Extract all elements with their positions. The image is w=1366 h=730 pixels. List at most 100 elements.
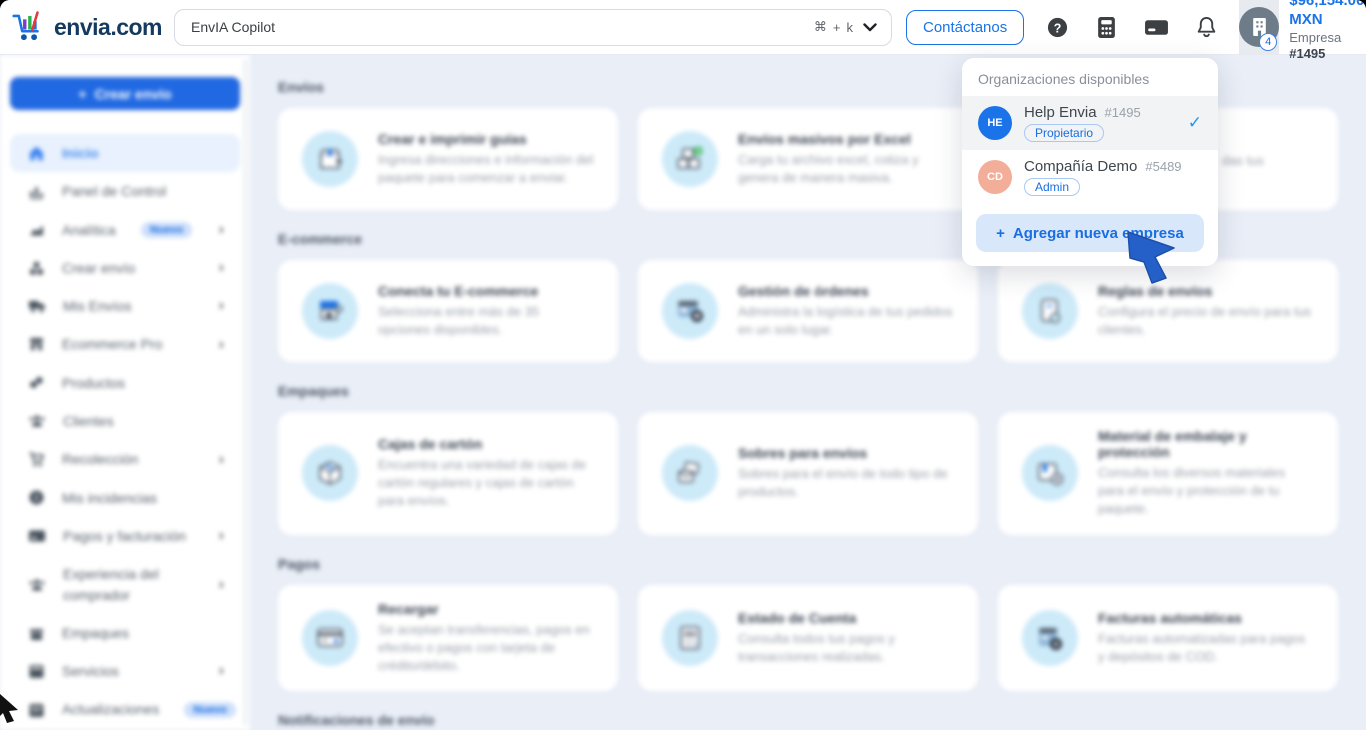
black-cursor-pointer — [0, 694, 18, 723]
sidebar-item-experiencia-comprador[interactable]: Experiencia del comprador › — [10, 555, 240, 614]
sidebar-item-mis-envios[interactable]: Mis Envíos › — [10, 287, 240, 325]
card-sobres-envios[interactable]: Sobres para envíos Sobres para el envío … — [638, 412, 978, 535]
sidebar-item-analitica[interactable]: Analítica Nuevo › — [10, 211, 240, 249]
card-material-embalaje[interactable]: Material de embalaje y protección Consul… — [998, 412, 1338, 535]
section-title: Pagos — [278, 555, 321, 572]
notifications-bell-icon[interactable] — [1196, 16, 1217, 39]
balance-amount: $96,154.00 MXN — [1289, 0, 1365, 28]
calculator-icon[interactable] — [1096, 16, 1117, 39]
analytics-icon — [30, 225, 43, 236]
sidebar-scrollbar[interactable] — [243, 59, 248, 726]
copilot-search-bar[interactable]: ⌘+k — [174, 8, 892, 46]
card-recargar[interactable]: Recargar Se aceptan transferencias, pago… — [278, 584, 618, 692]
carton-box-icon — [302, 445, 358, 502]
sidebar-item-empaques[interactable]: Empaques — [10, 614, 240, 652]
card-estado-cuenta[interactable]: Estado de Cuenta Consulta todos tus pago… — [638, 584, 978, 692]
org-avatar-button[interactable]: 4 — [1239, 0, 1280, 55]
sidebar-item-inicio[interactable]: Inicio — [10, 134, 240, 173]
home-icon — [30, 146, 43, 161]
box-icon — [30, 628, 43, 640]
sidebar-item-recoleccion[interactable]: Recolección › — [10, 440, 240, 478]
sidebar-item-ecommerce-pro[interactable]: Ecommerce Pro › — [10, 325, 240, 363]
truck-icon — [29, 301, 45, 313]
invoice-auto-icon — [1022, 609, 1078, 666]
chevron-right-icon: › — [218, 450, 224, 468]
logo-wordmark: envia.com — [54, 13, 163, 40]
org-avatar-he: HE — [978, 106, 1012, 140]
dropdown-title: Organizaciones disponibles — [978, 71, 1150, 87]
dashboard-chart-icon — [30, 187, 43, 200]
cart-icon — [29, 452, 44, 467]
org-name: Compañía Demo — [1024, 158, 1138, 175]
info-icon — [29, 490, 44, 505]
org-id: #5489 — [1145, 159, 1182, 174]
credit-card-icon[interactable] — [1144, 18, 1169, 37]
statement-receipt-icon — [662, 609, 718, 666]
org-item-help-envia[interactable]: HE Help Envia #1495 Propietario ✓ — [962, 96, 1218, 150]
section-title: Notificaciones de envío — [278, 712, 435, 729]
packages-icon — [30, 261, 43, 275]
sidebar-item-productos[interactable]: Productos — [10, 364, 240, 402]
svg-text:?: ? — [1054, 21, 1062, 35]
payments-card-icon — [29, 530, 45, 542]
package-arrow-icon — [302, 131, 358, 187]
card-crear-imprimir-guias[interactable]: Crear e imprimir guías Ingresa direccion… — [278, 108, 618, 210]
services-window-icon — [29, 664, 44, 678]
chevron-down-icon[interactable] — [863, 22, 877, 32]
new-badge: Nuevo — [140, 221, 193, 238]
shortcut-hint: ⌘ + k — [813, 19, 853, 35]
sidebar: + Crear envío Inicio Panel de Control An… — [0, 55, 250, 730]
contact-button[interactable]: Contáctanos — [906, 9, 1025, 45]
card-conecta-ecommerce[interactable]: Conecta tu E-commerce Selecciona entre m… — [278, 260, 618, 362]
sidebar-item-pagos-facturacion[interactable]: Pagos y facturación › — [10, 517, 240, 555]
card-cajas-carton[interactable]: Cajas de cartón Encuentra una variedad d… — [278, 412, 618, 535]
products-icon — [30, 377, 43, 389]
users-icon — [29, 415, 45, 427]
envia-logo[interactable]: envia.com — [12, 8, 163, 46]
section-pagos: Pagos Recargar Se aceptan transferencias… — [278, 556, 1338, 692]
help-icon[interactable]: ? — [1046, 16, 1069, 39]
plus-icon: + — [78, 85, 87, 102]
search-input[interactable] — [189, 18, 814, 36]
storefront-icon — [30, 338, 43, 351]
sidebar-item-mis-incidencias[interactable]: Mis incidencias — [10, 479, 240, 517]
card-envios-masivos-excel[interactable]: Envíos masivos por Excel Carga tu archiv… — [638, 108, 978, 210]
document-rules-icon — [1022, 283, 1078, 339]
chevron-right-icon: › — [218, 575, 224, 593]
sidebar-item-panel-de-control[interactable]: Panel de Control — [10, 172, 240, 210]
blue-cursor-pointer — [1127, 231, 1175, 284]
boxes-excel-icon — [662, 131, 718, 187]
section-title: Empaques — [278, 383, 349, 399]
section-notificaciones: Notificaciones de envío — [278, 712, 1338, 730]
chevron-right-icon: › — [218, 335, 224, 353]
envelopes-icon — [662, 445, 718, 502]
sidebar-item-crear-envio[interactable]: Crear envío › — [10, 249, 240, 287]
org-name: Help Envia — [1024, 104, 1097, 121]
card-gestion-ordenes[interactable]: Gestión de órdenes Administra la logísti… — [638, 260, 978, 362]
buyers-icon — [29, 578, 45, 591]
sidebar-item-servicios[interactable]: Servicios › — [10, 652, 240, 690]
org-role-badge: Admin — [1024, 178, 1081, 196]
new-badge: Nuevo — [184, 701, 236, 718]
account-balance-block[interactable]: $96,154.00 MXN Empresa #1495 — [1289, 0, 1364, 62]
sidebar-item-clientes[interactable]: Clientes — [10, 402, 240, 440]
org-role-badge: Propietario — [1024, 124, 1105, 142]
chevron-right-icon: › — [218, 662, 224, 680]
recharge-card-icon — [302, 609, 358, 666]
org-avatar-cd: CD — [978, 160, 1012, 194]
window-cart-icon — [662, 283, 718, 339]
section-empaques: Empaques Cajas de cartón Encuentra una v… — [278, 383, 1338, 535]
packing-material-icon — [1022, 445, 1078, 502]
chevron-right-icon: › — [218, 527, 224, 545]
org-count-badge: 4 — [1259, 32, 1278, 51]
top-header: envia.com ⌘+k Contáctanos ? — [0, 0, 1366, 61]
chevron-right-icon: › — [218, 220, 224, 238]
storefront-blue-icon — [302, 283, 358, 339]
create-shipment-button[interactable]: + Crear envío — [10, 77, 240, 110]
calendar-icon — [29, 703, 44, 717]
envia-app: envia.com ⌘+k Contáctanos ? — [0, 0, 1366, 730]
card-facturas-automaticas[interactable]: Facturas automáticas Facturas automatiza… — [998, 584, 1338, 692]
org-item-compania-demo[interactable]: CD Compañía Demo #5489 Admin — [962, 150, 1218, 204]
sidebar-item-actualizaciones[interactable]: Actualizaciones Nuevo — [10, 690, 240, 728]
chevron-right-icon: › — [218, 259, 224, 277]
